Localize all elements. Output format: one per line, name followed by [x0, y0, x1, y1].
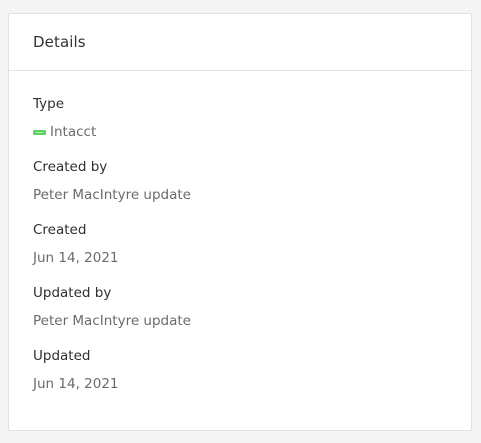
field-value-created: Jun 14, 2021	[33, 250, 119, 266]
field-label-type: Type	[33, 96, 65, 112]
field-created-by: Created by Peter MacIntyre update	[33, 159, 191, 203]
details-card: Details Type Intacct Created by Peter Ma…	[8, 13, 472, 431]
field-updated: Updated Jun 14, 2021	[33, 348, 119, 392]
field-label-updated-by: Updated by	[33, 285, 112, 301]
card-title: Details	[33, 33, 86, 51]
field-label-updated: Updated	[33, 348, 91, 364]
field-updated-by: Updated by Peter MacIntyre update	[33, 285, 191, 329]
field-label-created-by: Created by	[33, 159, 108, 175]
field-value-created-by: Peter MacIntyre update	[33, 187, 191, 203]
field-value-updated-by: Peter MacIntyre update	[33, 313, 191, 329]
field-created: Created Jun 14, 2021	[33, 222, 119, 266]
card-header: Details	[9, 14, 471, 71]
field-value-type: Intacct	[33, 124, 96, 140]
intacct-logo-icon	[33, 129, 46, 135]
type-value-text: Intacct	[50, 124, 97, 140]
field-value-updated: Jun 14, 2021	[33, 376, 119, 392]
field-label-created: Created	[33, 222, 87, 238]
field-type: Type Intacct	[33, 96, 96, 140]
